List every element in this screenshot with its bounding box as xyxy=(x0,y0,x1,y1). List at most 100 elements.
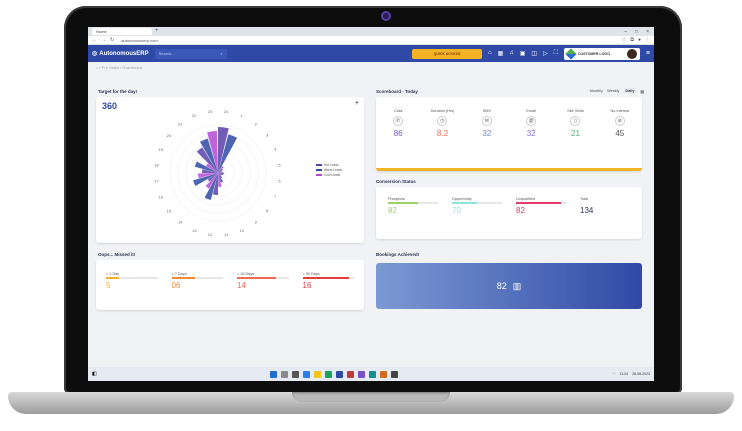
period-weekly[interactable]: Weekly xyxy=(607,89,619,93)
edge-icon[interactable] xyxy=(302,370,310,378)
kebab-menu-icon[interactable]: ⋮ xyxy=(645,37,650,43)
metric-3[interactable]: Email @ 32 xyxy=(511,109,551,138)
address-bar: ← → ↻ autonomouserp.com ☆ ⧉ ● ⋮ xyxy=(88,36,654,45)
conversion-bar xyxy=(516,202,566,204)
chrome-icon[interactable] xyxy=(324,370,332,378)
period-monthly[interactable]: Monthly xyxy=(590,89,603,93)
app-icon[interactable] xyxy=(390,370,398,378)
maximize-button[interactable]: □ xyxy=(635,29,638,35)
metric-4[interactable]: Site Visits ▯ 21 xyxy=(555,109,595,138)
block-icon: ⊘ xyxy=(614,116,625,126)
sms-icon: ✉ xyxy=(481,116,492,126)
hour-label: 5 xyxy=(278,162,281,167)
url-input[interactable]: autonomouserp.com xyxy=(121,38,157,43)
oops-value: 14 xyxy=(237,281,246,290)
oops-label: < 1 Day xyxy=(106,272,120,276)
hour-label: 16 xyxy=(159,194,164,199)
back-icon[interactable]: ← xyxy=(92,37,97,43)
oops-item-2[interactable]: < 15 Days 14 xyxy=(237,272,289,290)
reload-icon[interactable]: ↻ xyxy=(110,37,114,43)
customer-logo[interactable]: CUSTOMER LOGO xyxy=(563,47,640,60)
new-tab-button[interactable]: + xyxy=(155,28,159,35)
app-logo[interactable]: ◎ AutonomousERP xyxy=(92,50,149,58)
search-placeholder: Search... xyxy=(158,51,175,56)
hour-label: 9 xyxy=(255,220,258,225)
explorer-icon[interactable] xyxy=(313,370,321,378)
hour-label: 4 xyxy=(274,147,277,152)
clock-date[interactable]: 28-08-2023 xyxy=(632,372,650,376)
bookings-card[interactable]: 82 ▥ xyxy=(376,263,642,309)
metric-label: Duration (Hrs) xyxy=(430,109,455,113)
oops-item-0[interactable]: < 1 Day 5 xyxy=(106,272,158,290)
breadcrumb[interactable]: ⌂ / Pre Sales / Dashboard xyxy=(88,62,654,73)
wifi-icon[interactable]: ◠ xyxy=(613,372,616,376)
home-icon[interactable]: ⌂ xyxy=(488,50,492,57)
oops-item-3[interactable]: < 30 Days 16 xyxy=(302,272,354,290)
laptop-frame: Home + – □ × ← → ↻ autonomouserp.com ☆ ⧉… xyxy=(0,0,742,431)
oops-item-1[interactable]: < 7 Days 06 xyxy=(171,272,223,290)
start-icon[interactable] xyxy=(269,370,277,378)
search-input[interactable]: Search... ⌕ xyxy=(154,48,227,59)
conversion-item-0[interactable]: Prospects 82 xyxy=(388,197,438,215)
metric-5[interactable]: No Interest ⊘ 45 xyxy=(600,109,640,138)
hamburger-menu-icon[interactable]: ≡ xyxy=(646,50,650,57)
system-tray: ◠ 11:04 28-08-2023 xyxy=(613,372,650,376)
conversion-item-1[interactable]: Opportunity 70 xyxy=(452,197,502,215)
camera-icon xyxy=(381,11,391,21)
extensions-icon[interactable]: ⧉ xyxy=(630,37,634,43)
timer-icon: ◷ xyxy=(437,116,448,126)
conversion-label: Prospects xyxy=(388,197,405,201)
metric-1[interactable]: Duration (Hrs) ◷ 8.2 xyxy=(422,109,462,138)
app-icon[interactable] xyxy=(335,370,343,378)
metric-2[interactable]: SMS ✉ 32 xyxy=(467,109,507,138)
metric-value: 21 xyxy=(571,129,580,138)
chat-icon[interactable]: ◫ xyxy=(531,50,537,57)
oops-label: < 15 Days xyxy=(237,272,255,276)
scoreboard-title: Scoreboard - Today xyxy=(376,89,418,94)
hour-label: 19 xyxy=(158,147,163,152)
conversion-item-3[interactable]: Total 134 xyxy=(580,197,630,215)
avatar[interactable] xyxy=(626,48,637,59)
conversion-row: Prospects 82 Opportunity 70 Unqualified 82… xyxy=(376,187,642,225)
browser-toolbar-icons: ☆ ⧉ ● ⋮ xyxy=(622,37,650,43)
conversion-bar xyxy=(452,202,502,204)
period-daily[interactable]: Daily xyxy=(623,88,637,94)
forward-icon[interactable]: → xyxy=(101,37,106,43)
bookings-building-icon: ▥ xyxy=(512,280,522,291)
chart-legend: Hot Leads Warm Leads Cold Leads xyxy=(316,163,342,178)
browser-tab[interactable]: Home xyxy=(92,28,152,35)
star-icon[interactable]: ☆ xyxy=(622,37,626,43)
search-icon: ⌕ xyxy=(220,51,223,56)
profile-icon[interactable]: ● xyxy=(638,37,641,43)
task-view-icon[interactable] xyxy=(291,370,299,378)
hour-label: 12 xyxy=(208,232,213,237)
widgets-icon[interactable]: ◧ xyxy=(92,371,97,377)
app-icon[interactable] xyxy=(357,370,365,378)
calendar-picker-icon[interactable]: ▦ xyxy=(640,89,644,94)
conversion-item-2[interactable]: Unqualified 82 xyxy=(516,197,566,215)
mic-icon[interactable]: ♫ xyxy=(509,50,514,57)
app-icon[interactable] xyxy=(368,370,376,378)
close-button[interactable]: × xyxy=(646,29,649,35)
app-icon[interactable] xyxy=(346,370,354,378)
minimize-button[interactable]: – xyxy=(624,29,627,35)
os-taskbar: ◧ ◠ 11:04 28-08-2023 xyxy=(88,367,654,381)
hour-label: 14 xyxy=(178,220,183,225)
oops-bar xyxy=(106,277,158,279)
quick-access-button[interactable]: QUICK ACCESS xyxy=(411,48,482,59)
app-header: ◎ AutonomousERP Search... ⌕ QUICK ACCESS… xyxy=(88,45,654,62)
metric-label: Calls xyxy=(393,109,403,113)
grid-icon[interactable]: ▣ xyxy=(520,50,526,57)
metric-value: 32 xyxy=(526,129,536,138)
fullscreen-icon[interactable]: ⛶ xyxy=(554,50,558,57)
play-icon[interactable]: ▷ xyxy=(543,50,548,57)
customer-logo-text: CUSTOMER LOGO xyxy=(577,51,610,56)
calendar-icon[interactable]: ▦ xyxy=(498,50,504,57)
taskbar-search-icon[interactable] xyxy=(280,370,288,378)
metric-0[interactable]: Calls ✆ 86 xyxy=(378,109,418,138)
app-icon[interactable] xyxy=(379,370,387,378)
hour-label: 18 xyxy=(154,162,159,167)
phone-icon: ✆ xyxy=(393,116,404,126)
hour-label: 23 xyxy=(208,109,213,114)
clock-time[interactable]: 11:04 xyxy=(620,372,629,376)
